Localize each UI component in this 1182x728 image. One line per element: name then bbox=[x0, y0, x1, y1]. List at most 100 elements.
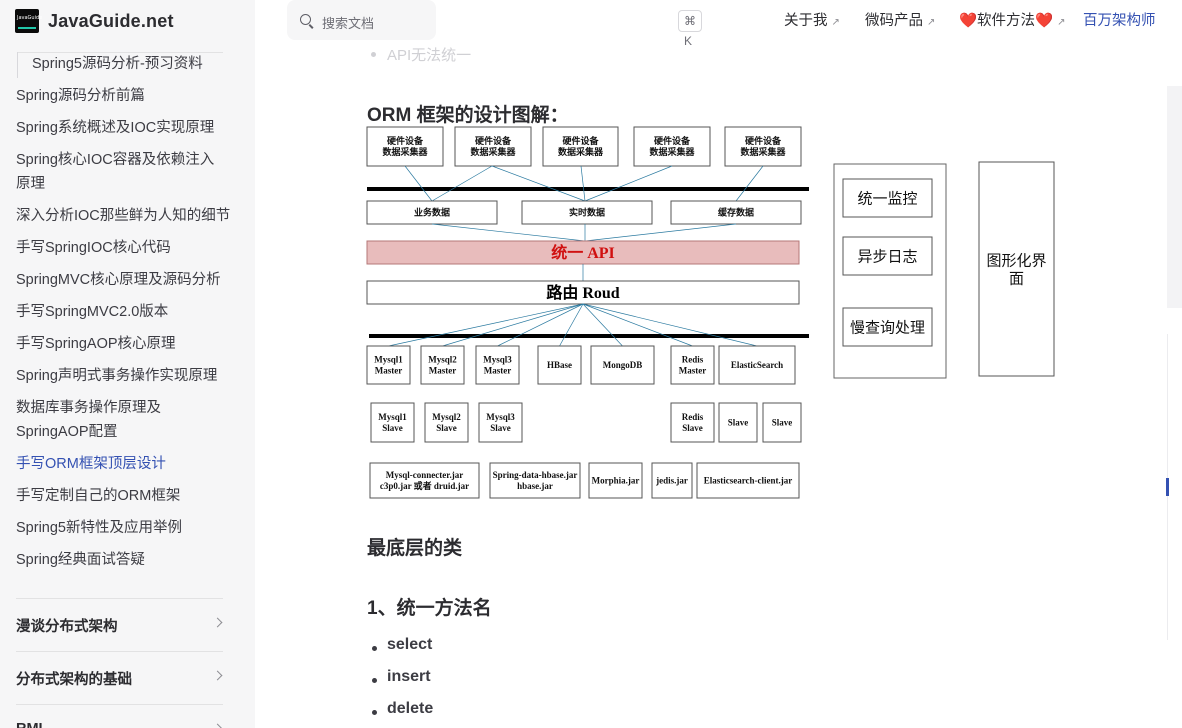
scroll-indicator[interactable] bbox=[1166, 478, 1169, 496]
diagram-label: Morphia.jar bbox=[592, 476, 640, 486]
diagram-label: Slave bbox=[772, 418, 793, 428]
diagram-label: 图形化界面 bbox=[986, 252, 1046, 287]
diagram-box bbox=[366, 126, 444, 167]
brand[interactable]: JavaGuide JavaGuide.net bbox=[15, 9, 174, 33]
diagram-heading: ORM 框架的设计图解： bbox=[367, 105, 569, 126]
diagram-box bbox=[718, 345, 796, 385]
sidebar-item[interactable]: Spring系统概述及IOC实现原理 bbox=[16, 116, 214, 140]
faded-list-item: API无法统一 bbox=[387, 47, 472, 64]
bus-bar bbox=[367, 187, 809, 191]
sidebar-section-label: RMI bbox=[16, 721, 43, 728]
list-item: select bbox=[387, 636, 433, 653]
diagram-box bbox=[842, 307, 933, 347]
sidebar-section[interactable]: 漫谈分布式架构 bbox=[16, 598, 223, 651]
diagram-label: HBase bbox=[547, 360, 572, 370]
sidebar-item[interactable]: 原理 bbox=[16, 172, 45, 196]
top-nav-link[interactable]: 百万架构师 bbox=[1083, 11, 1156, 31]
bullet bbox=[372, 678, 377, 683]
sidebar-item[interactable]: SpringMVC核心原理及源码分析 bbox=[16, 268, 221, 292]
diagram-label: 实时数据 bbox=[569, 207, 605, 218]
sidebar-item[interactable]: 手写ORM框架顶层设计 bbox=[16, 452, 166, 476]
external-link-icon: ↗ bbox=[927, 17, 936, 28]
sidebar-item[interactable]: Spring核心IOC容器及依赖注入 bbox=[16, 148, 214, 172]
chevron-right-icon bbox=[212, 670, 223, 681]
list-item: delete bbox=[387, 700, 434, 717]
connector bbox=[442, 303, 584, 347]
sidebar-item[interactable]: Spring5新特性及应用举例 bbox=[16, 516, 182, 540]
bullet bbox=[372, 710, 377, 715]
search-placeholder: 搜索文档 bbox=[322, 16, 375, 31]
diagram-box bbox=[478, 402, 523, 443]
diagram-label: Mysql3 Slave bbox=[486, 412, 515, 433]
diagram-label: 统一 API bbox=[551, 243, 615, 262]
divider bbox=[17, 52, 18, 78]
sidebar-item[interactable]: 手写SpringIOC核心代码 bbox=[16, 236, 171, 260]
top-nav-link[interactable]: 关于我 ↗ bbox=[784, 11, 840, 33]
external-link-icon: ↗ bbox=[1057, 17, 1066, 28]
diagram-box bbox=[542, 126, 619, 167]
diagram-label: Spring-data-hbase.jar hbase.jar bbox=[493, 470, 578, 491]
top-nav-label: 微码产品 bbox=[865, 13, 923, 29]
sidebar-item[interactable]: Spring5源码分析-预习资料 bbox=[32, 52, 203, 76]
diagram-box bbox=[670, 345, 715, 385]
sidebar-section[interactable]: 分布式架构的基础 bbox=[16, 651, 223, 704]
diagram-label: Mysql1 Slave bbox=[378, 412, 407, 433]
sidebar-item[interactable]: Spring源码分析前篇 bbox=[16, 84, 145, 108]
connector bbox=[431, 223, 586, 242]
logo-text: JavaGuide bbox=[17, 15, 43, 21]
diagram-label: ElasticSearch bbox=[731, 360, 783, 370]
connector bbox=[559, 303, 584, 347]
diagram-box bbox=[454, 126, 532, 167]
bullet bbox=[371, 52, 376, 57]
diagram-label: jedis.jar bbox=[655, 476, 688, 486]
diagram-label: Redis Slave bbox=[682, 412, 704, 433]
search-button[interactable]: 搜索文档 ⌘ K bbox=[287, 0, 702, 48]
site-title[interactable]: JavaGuide.net bbox=[48, 11, 174, 32]
connector bbox=[491, 165, 586, 202]
diagram-box bbox=[842, 236, 933, 276]
sidebar-section-label: 漫谈分布式架构 bbox=[16, 619, 118, 635]
diagram-box bbox=[366, 345, 411, 385]
external-link-icon: ↗ bbox=[831, 17, 840, 28]
diagram-box bbox=[670, 200, 802, 225]
diagram-box bbox=[762, 402, 802, 443]
diagram-box bbox=[366, 200, 498, 225]
diagram-label: 硬件设备数据采集器 bbox=[558, 135, 604, 157]
sidebar-item[interactable]: Spring声明式事务操作实现原理 bbox=[16, 364, 217, 388]
sidebar-item[interactable]: 手写定制自己的ORM框架 bbox=[16, 484, 180, 508]
diagram-box bbox=[489, 462, 581, 499]
sidebar-item[interactable]: 深入分析IOC那些鲜为人知的细节 bbox=[16, 204, 230, 228]
heading-bottom-class: 最底层的类 bbox=[367, 538, 463, 559]
sidebar-item[interactable]: 数据库事务操作原理及 bbox=[16, 396, 161, 420]
sidebar-item[interactable]: SpringAOP配置 bbox=[16, 420, 118, 444]
bus-bar bbox=[369, 334, 809, 338]
bullet bbox=[372, 646, 377, 651]
diagram-label: 硬件设备数据采集器 bbox=[649, 135, 695, 157]
diagram-box bbox=[718, 402, 758, 443]
search-shortcut: ⌘ K bbox=[678, 10, 702, 48]
sidebar-item[interactable]: 手写SpringAOP核心原理 bbox=[16, 332, 176, 356]
diagram-label: Mysql2 Slave bbox=[432, 412, 461, 433]
connector bbox=[582, 303, 758, 347]
connector bbox=[497, 303, 584, 347]
diagram-box bbox=[424, 402, 469, 443]
sidebar-item[interactable]: 手写SpringMVC2.0版本 bbox=[16, 300, 168, 324]
diagram-label: MongoDB bbox=[603, 360, 643, 370]
top-nav-link[interactable]: 微码产品 ↗ bbox=[865, 11, 935, 33]
diagram-label: Mysql2 Master bbox=[428, 355, 457, 376]
diagram-label: 硬件设备数据采集器 bbox=[382, 135, 428, 157]
diagram-label: 缓存数据 bbox=[718, 207, 754, 218]
connector bbox=[584, 165, 673, 202]
diagram-label: 硬件设备数据采集器 bbox=[740, 135, 786, 157]
top-nav-label: 百万架构师 bbox=[1083, 13, 1156, 29]
diagram-box bbox=[420, 345, 465, 385]
diagram-box bbox=[369, 462, 480, 499]
diagram-box bbox=[696, 462, 800, 499]
diagram-label: 业务数据 bbox=[414, 207, 450, 218]
diagram-box bbox=[366, 280, 800, 305]
top-nav-link[interactable]: ❤️软件方法❤️ ↗ bbox=[959, 11, 1066, 33]
diagram-box bbox=[842, 178, 933, 218]
sidebar-item[interactable]: Spring经典面试答疑 bbox=[16, 548, 145, 572]
diagram-label: 异步日志 bbox=[857, 248, 917, 265]
sidebar-section[interactable]: RMI bbox=[16, 704, 223, 728]
